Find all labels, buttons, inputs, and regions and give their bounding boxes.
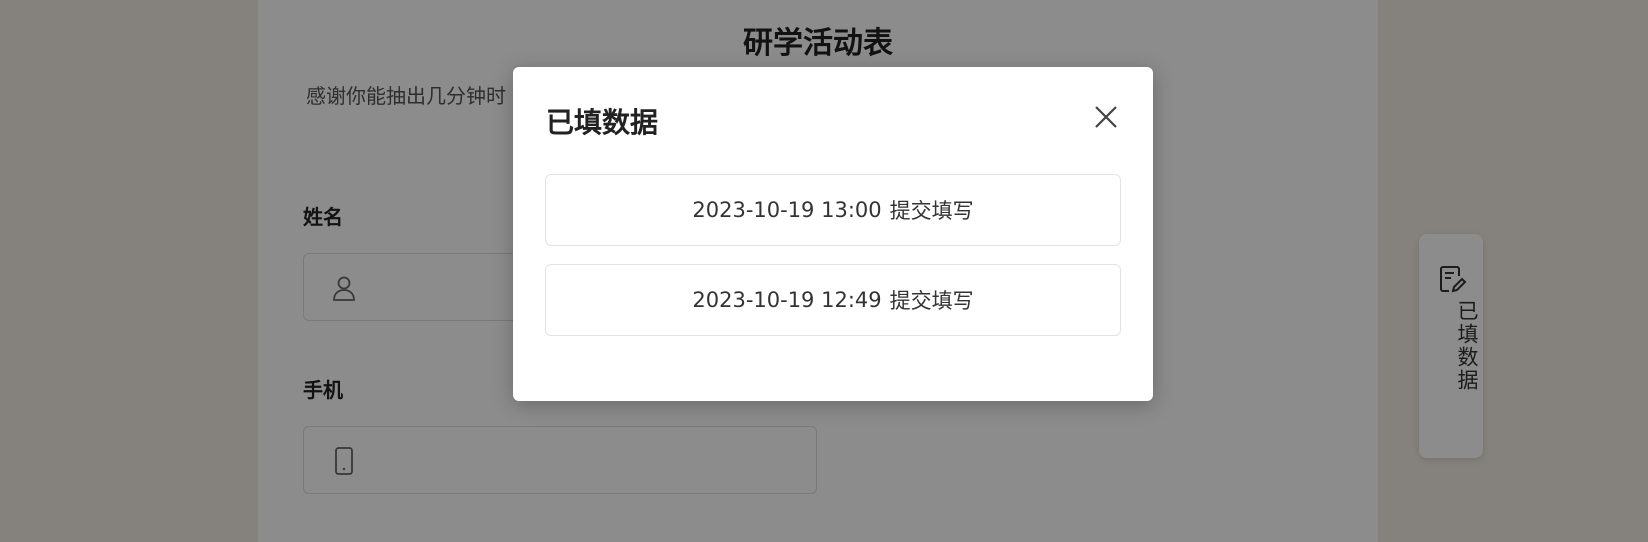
modal-title: 已填数据 (546, 106, 659, 139)
filled-data-modal: 已填数据 2023-10-19 13:00 提交填写 2023-10-19 12… (513, 67, 1153, 401)
close-icon (1088, 106, 1124, 139)
record-item[interactable]: 2023-10-19 12:49 提交填写 (545, 264, 1121, 336)
record-time: 2023-10-19 13:00 (692, 198, 882, 222)
record-item[interactable]: 2023-10-19 13:00 提交填写 (545, 174, 1121, 246)
record-action: 提交填写 (889, 289, 974, 313)
close-button[interactable] (1088, 99, 1124, 135)
record-time: 2023-10-19 12:49 (692, 288, 882, 312)
record-action: 提交填写 (889, 199, 974, 223)
